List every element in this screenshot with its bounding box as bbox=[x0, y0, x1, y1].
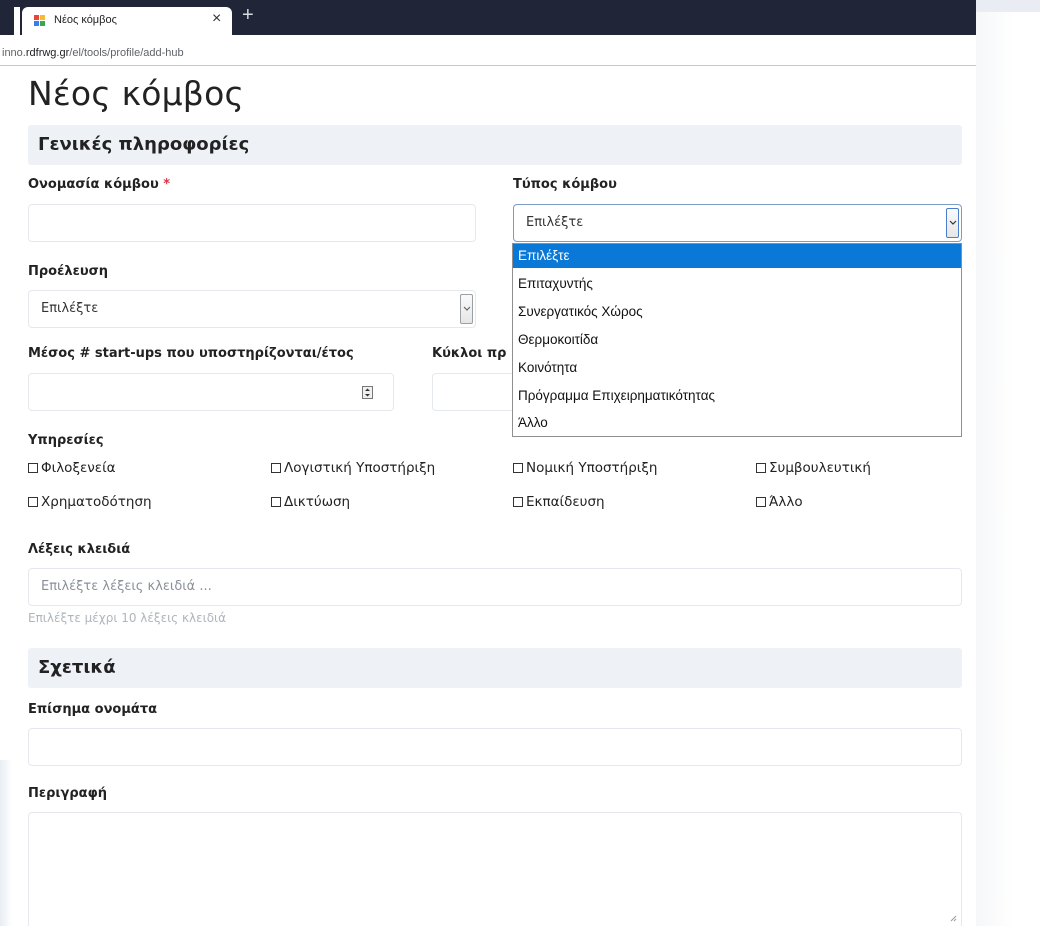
service-label: Φιλοξενεία bbox=[41, 460, 116, 476]
url-prefix: inno. bbox=[2, 47, 26, 59]
dropdown-option-incubator[interactable]: Θερμοκοιτίδα bbox=[513, 328, 961, 352]
url-path: /el/tools/profile/add-hub bbox=[69, 47, 184, 59]
dropdown-option-entrepreneurship-program[interactable]: Πρόγραμμα Επιχειρηματικότητας bbox=[513, 384, 961, 408]
site-favicon-icon bbox=[34, 15, 46, 27]
section-general: Γενικές πληροφορίες bbox=[28, 125, 962, 165]
service-checkbox-legal[interactable]: Νομική Υποστήριξη bbox=[513, 460, 657, 476]
tab-edge bbox=[14, 7, 20, 35]
checkbox-icon[interactable] bbox=[756, 497, 766, 507]
url-host: rdfrwg.gr bbox=[25, 47, 70, 59]
service-label: Λογιστική Υποστήριξη bbox=[284, 460, 436, 476]
hub-type-chevron-down-icon[interactable] bbox=[946, 208, 959, 238]
hub-name-label: Ονομασία κόμβου * bbox=[28, 177, 170, 192]
dropdown-option-accelerator[interactable]: Επιταχυντής bbox=[513, 272, 961, 296]
service-label: Άλλο bbox=[769, 494, 803, 510]
checkbox-icon[interactable] bbox=[28, 497, 38, 507]
keywords-hint: Επιλέξτε μέχρι 10 λέξεις κλειδιά bbox=[28, 611, 227, 625]
service-checkbox-funding[interactable]: Χρηματοδότηση bbox=[28, 494, 152, 510]
origin-value: Επιλέξτε bbox=[41, 301, 99, 316]
service-label: Νομική Υποστήριξη bbox=[526, 460, 658, 476]
hub-type-label: Τύπος κόμβου bbox=[513, 177, 617, 192]
checkbox-icon[interactable] bbox=[271, 497, 281, 507]
checkbox-icon[interactable] bbox=[513, 497, 523, 507]
cycles-label: Κύκλοι πρ bbox=[432, 346, 507, 361]
browser-tab-bar: Νέος κόμβος × + bbox=[0, 0, 976, 35]
dropdown-option-community[interactable]: Κοινότητα bbox=[513, 356, 961, 380]
startups-number-input[interactable] bbox=[28, 373, 394, 411]
service-checkbox-other[interactable]: Άλλο bbox=[756, 494, 803, 510]
origin-select[interactable]: Επιλέξτε bbox=[28, 290, 476, 328]
keywords-placeholder: Επιλέξτε λέξεις κλειδιά ... bbox=[41, 579, 212, 594]
resize-grip-icon[interactable] bbox=[950, 915, 957, 922]
page-title: Νέος κόμβος bbox=[28, 74, 245, 113]
required-mark: * bbox=[163, 177, 171, 192]
origin-label: Προέλευση bbox=[28, 264, 108, 279]
service-label: Χρηματοδότηση bbox=[41, 494, 152, 510]
hub-name-label-text: Ονομασία κόμβου bbox=[28, 177, 159, 192]
hub-type-value: Επιλέξτε bbox=[526, 215, 584, 230]
service-checkbox-hosting[interactable]: Φιλοξενεία bbox=[28, 460, 116, 476]
services-label: Υπηρεσίες bbox=[28, 433, 104, 448]
keywords-input[interactable]: Επιλέξτε λέξεις κλειδιά ... bbox=[28, 568, 962, 606]
new-tab-icon[interactable]: + bbox=[242, 5, 254, 25]
dropdown-option-select[interactable]: Επιλέξτε bbox=[513, 244, 961, 268]
section-about-title: Σχετικά bbox=[38, 657, 116, 678]
checkbox-icon[interactable] bbox=[756, 463, 766, 473]
window-edge bbox=[976, 0, 1040, 926]
tab-title: Νέος κόμβος bbox=[54, 14, 117, 26]
keywords-label: Λέξεις κλειδιά bbox=[28, 542, 131, 557]
hub-name-input[interactable] bbox=[28, 204, 476, 242]
url-text[interactable]: inno.rdfrwg.gr/el/tools/profile/add-hub bbox=[2, 47, 184, 59]
left-edge-fade bbox=[0, 760, 12, 926]
service-label: Εκπαίδευση bbox=[526, 494, 605, 510]
cycles-input[interactable] bbox=[432, 373, 514, 411]
window-edge-top bbox=[976, 0, 1040, 12]
service-checkbox-networking[interactable]: Δικτύωση bbox=[271, 494, 350, 510]
service-label: Συμβουλευτική bbox=[769, 460, 871, 476]
tab-close-icon[interactable]: × bbox=[212, 10, 221, 28]
hub-type-select[interactable]: Επιλέξτε bbox=[513, 204, 962, 242]
description-textarea[interactable] bbox=[28, 812, 962, 926]
service-checkbox-training[interactable]: Εκπαίδευση bbox=[513, 494, 605, 510]
origin-chevron-down-icon[interactable] bbox=[460, 294, 473, 324]
service-checkbox-consulting[interactable]: Συμβουλευτική bbox=[756, 460, 871, 476]
browser-tab[interactable]: Νέος κόμβος × bbox=[22, 7, 232, 35]
official-names-label: Επίσημα ονομάτα bbox=[28, 702, 158, 717]
checkbox-icon[interactable] bbox=[271, 463, 281, 473]
address-bar[interactable]: inno.rdfrwg.gr/el/tools/profile/add-hub bbox=[0, 35, 976, 66]
checkbox-icon[interactable] bbox=[513, 463, 523, 473]
dropdown-option-other[interactable]: Άλλο bbox=[513, 411, 961, 435]
number-spinner-icon[interactable] bbox=[362, 386, 373, 399]
service-label: Δικτύωση bbox=[284, 494, 351, 510]
section-general-title: Γενικές πληροφορίες bbox=[38, 134, 250, 155]
service-checkbox-accounting[interactable]: Λογιστική Υποστήριξη bbox=[271, 460, 435, 476]
section-about: Σχετικά bbox=[28, 648, 962, 688]
dropdown-option-coworking[interactable]: Συνεργατικός Χώρος bbox=[513, 300, 961, 324]
hub-type-dropdown-list: Επιλέξτε Επιταχυντής Συνεργατικός Χώρος … bbox=[512, 243, 962, 437]
startups-label: Μέσος # start-ups που υποστηρίζονται/έτο… bbox=[28, 346, 354, 361]
description-label: Περιγραφή bbox=[28, 786, 108, 801]
checkbox-icon[interactable] bbox=[28, 463, 38, 473]
official-names-input[interactable] bbox=[28, 728, 962, 766]
